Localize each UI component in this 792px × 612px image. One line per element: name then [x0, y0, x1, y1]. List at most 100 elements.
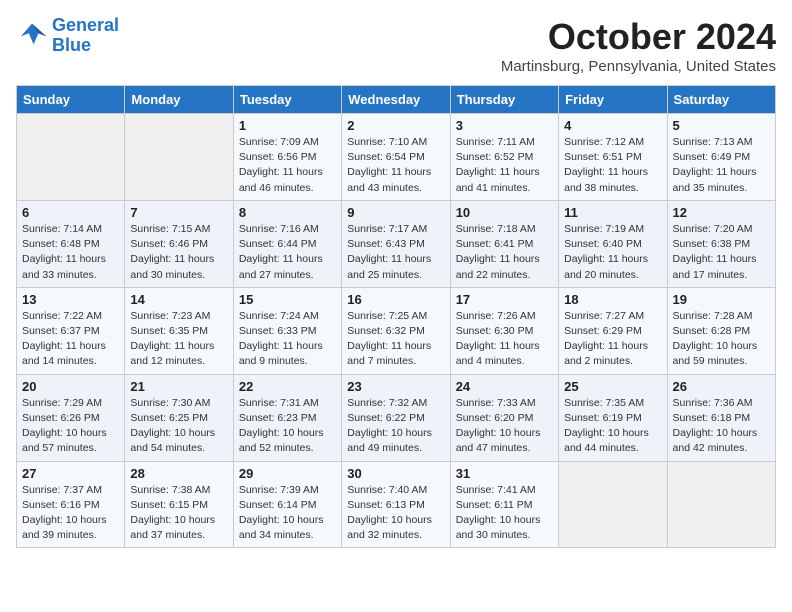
- logo-line2: Blue: [52, 35, 91, 55]
- calendar-day-cell: 22 Sunrise: 7:31 AM Sunset: 6:23 PM Dayli…: [233, 374, 341, 461]
- day-number: 22: [239, 379, 336, 394]
- weekday-header-cell: Friday: [559, 86, 667, 114]
- logo-bird-icon: [16, 22, 48, 50]
- calendar-day-cell: 7 Sunrise: 7:15 AM Sunset: 6:46 PM Daylig…: [125, 200, 233, 287]
- day-number: 31: [456, 466, 553, 481]
- day-detail: Sunrise: 7:27 AM Sunset: 6:29 PM Dayligh…: [564, 309, 661, 370]
- day-number: 11: [564, 205, 661, 220]
- calendar-day-cell: [559, 461, 667, 548]
- day-detail: Sunrise: 7:39 AM Sunset: 6:14 PM Dayligh…: [239, 483, 336, 544]
- day-detail: Sunrise: 7:38 AM Sunset: 6:15 PM Dayligh…: [130, 483, 227, 544]
- calendar-day-cell: 10 Sunrise: 7:18 AM Sunset: 6:41 PM Dayli…: [450, 200, 558, 287]
- day-number: 28: [130, 466, 227, 481]
- day-detail: Sunrise: 7:24 AM Sunset: 6:33 PM Dayligh…: [239, 309, 336, 370]
- calendar-day-cell: 13 Sunrise: 7:22 AM Sunset: 6:37 PM Dayli…: [17, 287, 125, 374]
- day-detail: Sunrise: 7:22 AM Sunset: 6:37 PM Dayligh…: [22, 309, 119, 370]
- calendar-day-cell: 28 Sunrise: 7:38 AM Sunset: 6:15 PM Dayli…: [125, 461, 233, 548]
- calendar-week-row: 20 Sunrise: 7:29 AM Sunset: 6:26 PM Dayli…: [17, 374, 776, 461]
- day-detail: Sunrise: 7:30 AM Sunset: 6:25 PM Dayligh…: [130, 396, 227, 457]
- title-block: October 2024 Martinsburg, Pennsylvania, …: [501, 16, 776, 75]
- weekday-header-cell: Monday: [125, 86, 233, 114]
- day-detail: Sunrise: 7:35 AM Sunset: 6:19 PM Dayligh…: [564, 396, 661, 457]
- calendar-day-cell: 30Sunrise: 7:40 AM Sunset: 6:13 PM Dayli…: [342, 461, 450, 548]
- calendar-week-row: 6Sunrise: 7:14 AM Sunset: 6:48 PM Daylig…: [17, 200, 776, 287]
- weekday-header-cell: Sunday: [17, 86, 125, 114]
- day-number: 19: [673, 292, 770, 307]
- day-number: 23: [347, 379, 444, 394]
- day-number: 1: [239, 118, 336, 133]
- weekday-header-cell: Saturday: [667, 86, 775, 114]
- calendar-day-cell: 3 Sunrise: 7:11 AM Sunset: 6:52 PM Daylig…: [450, 114, 558, 201]
- day-number: 29: [239, 466, 336, 481]
- calendar-day-cell: 18 Sunrise: 7:27 AM Sunset: 6:29 PM Dayli…: [559, 287, 667, 374]
- day-number: 20: [22, 379, 119, 394]
- calendar-day-cell: 6Sunrise: 7:14 AM Sunset: 6:48 PM Daylig…: [17, 200, 125, 287]
- calendar-day-cell: 11 Sunrise: 7:19 AM Sunset: 6:40 PM Dayli…: [559, 200, 667, 287]
- day-number: 10: [456, 205, 553, 220]
- day-number: 27: [22, 466, 119, 481]
- day-detail: Sunrise: 7:11 AM Sunset: 6:52 PM Dayligh…: [456, 135, 553, 196]
- calendar-day-cell: 2Sunrise: 7:10 AM Sunset: 6:54 PM Daylig…: [342, 114, 450, 201]
- day-detail: Sunrise: 7:25 AM Sunset: 6:32 PM Dayligh…: [347, 309, 444, 370]
- day-detail: Sunrise: 7:18 AM Sunset: 6:41 PM Dayligh…: [456, 222, 553, 283]
- day-number: 7: [130, 205, 227, 220]
- day-number: 17: [456, 292, 553, 307]
- day-number: 2: [347, 118, 444, 133]
- day-detail: Sunrise: 7:36 AM Sunset: 6:18 PM Dayligh…: [673, 396, 770, 457]
- calendar-week-row: 1Sunrise: 7:09 AM Sunset: 6:56 PM Daylig…: [17, 114, 776, 201]
- calendar-day-cell: 29 Sunrise: 7:39 AM Sunset: 6:14 PM Dayli…: [233, 461, 341, 548]
- day-number: 4: [564, 118, 661, 133]
- day-detail: Sunrise: 7:28 AM Sunset: 6:28 PM Dayligh…: [673, 309, 770, 370]
- calendar-day-cell: 26Sunrise: 7:36 AM Sunset: 6:18 PM Dayli…: [667, 374, 775, 461]
- day-detail: Sunrise: 7:20 AM Sunset: 6:38 PM Dayligh…: [673, 222, 770, 283]
- month-title: October 2024: [501, 16, 776, 58]
- calendar-day-cell: 12Sunrise: 7:20 AM Sunset: 6:38 PM Dayli…: [667, 200, 775, 287]
- day-number: 5: [673, 118, 770, 133]
- day-number: 15: [239, 292, 336, 307]
- day-detail: Sunrise: 7:17 AM Sunset: 6:43 PM Dayligh…: [347, 222, 444, 283]
- day-number: 25: [564, 379, 661, 394]
- calendar-day-cell: 16Sunrise: 7:25 AM Sunset: 6:32 PM Dayli…: [342, 287, 450, 374]
- calendar-day-cell: 20 Sunrise: 7:29 AM Sunset: 6:26 PM Dayli…: [17, 374, 125, 461]
- weekday-header-cell: Tuesday: [233, 86, 341, 114]
- day-number: 30: [347, 466, 444, 481]
- day-number: 21: [130, 379, 227, 394]
- header: General Blue October 2024 Martinsburg, P…: [16, 16, 776, 75]
- day-detail: Sunrise: 7:31 AM Sunset: 6:23 PM Dayligh…: [239, 396, 336, 457]
- logo-text: General Blue: [52, 16, 119, 56]
- day-detail: Sunrise: 7:41 AM Sunset: 6:11 PM Dayligh…: [456, 483, 553, 544]
- day-detail: Sunrise: 7:23 AM Sunset: 6:35 PM Dayligh…: [130, 309, 227, 370]
- calendar-day-cell: [125, 114, 233, 201]
- day-detail: Sunrise: 7:29 AM Sunset: 6:26 PM Dayligh…: [22, 396, 119, 457]
- calendar-day-cell: 14Sunrise: 7:23 AM Sunset: 6:35 PM Dayli…: [125, 287, 233, 374]
- calendar-day-cell: 19 Sunrise: 7:28 AM Sunset: 6:28 PM Dayli…: [667, 287, 775, 374]
- calendar-day-cell: 9Sunrise: 7:17 AM Sunset: 6:43 PM Daylig…: [342, 200, 450, 287]
- day-detail: Sunrise: 7:37 AM Sunset: 6:16 PM Dayligh…: [22, 483, 119, 544]
- calendar-week-row: 27 Sunrise: 7:37 AM Sunset: 6:16 PM Dayli…: [17, 461, 776, 548]
- day-detail: Sunrise: 7:19 AM Sunset: 6:40 PM Dayligh…: [564, 222, 661, 283]
- calendar-day-cell: 23Sunrise: 7:32 AM Sunset: 6:22 PM Dayli…: [342, 374, 450, 461]
- day-detail: Sunrise: 7:15 AM Sunset: 6:46 PM Dayligh…: [130, 222, 227, 283]
- calendar-day-cell: 8Sunrise: 7:16 AM Sunset: 6:44 PM Daylig…: [233, 200, 341, 287]
- calendar-table: SundayMondayTuesdayWednesdayThursdayFrid…: [16, 85, 776, 548]
- day-number: 8: [239, 205, 336, 220]
- day-number: 3: [456, 118, 553, 133]
- calendar-day-cell: [667, 461, 775, 548]
- calendar-day-cell: 25 Sunrise: 7:35 AM Sunset: 6:19 PM Dayli…: [559, 374, 667, 461]
- day-number: 18: [564, 292, 661, 307]
- location: Martinsburg, Pennsylvania, United States: [501, 58, 776, 75]
- calendar-day-cell: 27 Sunrise: 7:37 AM Sunset: 6:16 PM Dayli…: [17, 461, 125, 548]
- calendar-day-cell: 5 Sunrise: 7:13 AM Sunset: 6:49 PM Daylig…: [667, 114, 775, 201]
- calendar-day-cell: 1Sunrise: 7:09 AM Sunset: 6:56 PM Daylig…: [233, 114, 341, 201]
- day-detail: Sunrise: 7:13 AM Sunset: 6:49 PM Dayligh…: [673, 135, 770, 196]
- day-detail: Sunrise: 7:26 AM Sunset: 6:30 PM Dayligh…: [456, 309, 553, 370]
- weekday-header-cell: Thursday: [450, 86, 558, 114]
- calendar-day-cell: 21 Sunrise: 7:30 AM Sunset: 6:25 PM Dayli…: [125, 374, 233, 461]
- day-number: 13: [22, 292, 119, 307]
- day-number: 6: [22, 205, 119, 220]
- weekday-header-row: SundayMondayTuesdayWednesdayThursdayFrid…: [17, 86, 776, 114]
- logo: General Blue: [16, 16, 119, 56]
- logo-line1: General: [52, 15, 119, 35]
- calendar-day-cell: 24Sunrise: 7:33 AM Sunset: 6:20 PM Dayli…: [450, 374, 558, 461]
- calendar-week-row: 13 Sunrise: 7:22 AM Sunset: 6:37 PM Dayli…: [17, 287, 776, 374]
